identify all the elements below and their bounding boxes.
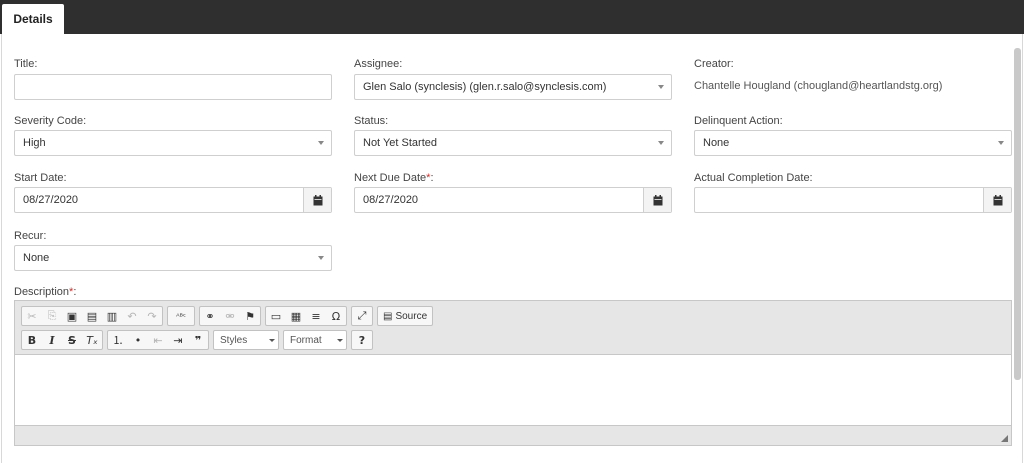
next-due-input[interactable]: 08/27/2020 <box>354 187 672 213</box>
numbered-list-icon[interactable]: ⒈ <box>108 331 128 349</box>
blockquote-icon[interactable]: ❞ <box>188 331 208 349</box>
start-date-input[interactable]: 08/27/2020 <box>14 187 332 213</box>
top-bar <box>0 0 1024 34</box>
chevron-down-icon <box>651 141 671 145</box>
insert-group: ▭ ▦ ≡ Ω <box>265 306 347 326</box>
description-label: Description*: <box>14 286 77 298</box>
resize-handle-icon[interactable] <box>1001 435 1008 442</box>
bold-button[interactable]: B <box>22 331 42 349</box>
styles-dropdown[interactable]: Styles <box>213 330 279 350</box>
editor-toolbar: ✂ ⎘ ▣ ▤ ▥ ↶ ↷ ᴬᴮᶜ ⚭ ⚮ ⚑ ▭ ▦ ≡ Ω ⤢ ▤ Sour… <box>15 301 1011 355</box>
creator-label: Creator: <box>694 58 734 70</box>
status-label: Status: <box>354 115 389 127</box>
actual-completion-label: Actual Completion Date: <box>694 172 813 184</box>
severity-select[interactable]: High <box>14 130 332 156</box>
recur-label: Recur: <box>14 230 47 242</box>
undo-icon[interactable]: ↶ <box>122 307 142 325</box>
calendar-icon[interactable] <box>303 188 331 212</box>
rich-text-editor: ✂ ⎘ ▣ ▤ ▥ ↶ ↷ ᴬᴮᶜ ⚭ ⚮ ⚑ ▭ ▦ ≡ Ω ⤢ ▤ Sour… <box>14 300 1012 446</box>
horizontal-line-icon[interactable]: ≡ <box>306 307 326 325</box>
assignee-select[interactable]: Glen Salo (synclesis) (glen.r.salo@syncl… <box>354 74 672 100</box>
basic-styles-group: B I S Tₓ <box>21 330 103 350</box>
chevron-down-icon <box>991 141 1011 145</box>
chevron-down-icon <box>266 338 278 342</box>
unlink-icon[interactable]: ⚮ <box>220 307 240 325</box>
next-due-label: Next Due Date*: <box>354 172 434 184</box>
toolbar-row-1: ✂ ⎘ ▣ ▤ ▥ ↶ ↷ ᴬᴮᶜ ⚭ ⚮ ⚑ ▭ ▦ ≡ Ω ⤢ ▤ Sour… <box>21 306 434 326</box>
image-icon[interactable]: ▭ <box>266 307 286 325</box>
help-button[interactable]: ? <box>352 331 372 349</box>
anchor-icon[interactable]: ⚑ <box>240 307 260 325</box>
table-icon[interactable]: ▦ <box>286 307 306 325</box>
tab-details[interactable]: Details <box>2 4 64 34</box>
indent-icon[interactable]: ⇥ <box>168 331 188 349</box>
description-editor-area[interactable] <box>15 356 1011 426</box>
source-button[interactable]: ▤ Source <box>378 307 432 325</box>
list-group: ⒈ • ⇤ ⇥ ❞ <box>107 330 209 350</box>
redo-icon[interactable]: ↷ <box>142 307 162 325</box>
chevron-down-icon <box>311 141 331 145</box>
title-label: Title: <box>14 58 38 70</box>
delinquent-label: Delinquent Action: <box>694 115 783 127</box>
calendar-icon[interactable] <box>643 188 671 212</box>
link-group: ⚭ ⚮ ⚑ <box>199 306 261 326</box>
chevron-down-icon <box>334 338 346 342</box>
editor-footer <box>15 425 1011 445</box>
cut-icon[interactable]: ✂ <box>22 307 42 325</box>
copy-icon[interactable]: ⎘ <box>42 307 62 325</box>
help-group: ? <box>351 330 373 350</box>
maximize-icon[interactable]: ⤢ <box>352 307 372 325</box>
chevron-down-icon <box>311 256 331 260</box>
toolbar-row-2: B I S Tₓ ⒈ • ⇤ ⇥ ❞ Styles Format ? <box>21 330 373 350</box>
start-date-label: Start Date: <box>14 172 67 184</box>
spellcheck-group: ᴬᴮᶜ <box>167 306 195 326</box>
source-group: ▤ Source <box>377 306 434 326</box>
clipboard-group: ✂ ⎘ ▣ ▤ ▥ ↶ ↷ <box>21 306 163 326</box>
actual-completion-input[interactable] <box>694 187 1012 213</box>
delinquent-select[interactable]: None <box>694 130 1012 156</box>
bulleted-list-icon[interactable]: • <box>128 331 148 349</box>
calendar-icon[interactable] <box>983 188 1011 212</box>
assignee-label: Assignee: <box>354 58 403 70</box>
strike-button[interactable]: S <box>62 331 82 349</box>
status-select[interactable]: Not Yet Started <box>354 130 672 156</box>
italic-button[interactable]: I <box>42 331 62 349</box>
link-icon[interactable]: ⚭ <box>200 307 220 325</box>
format-dropdown[interactable]: Format <box>283 330 347 350</box>
paste-word-icon[interactable]: ▥ <box>102 307 122 325</box>
source-icon: ▤ <box>383 310 393 322</box>
severity-label: Severity Code: <box>14 115 87 127</box>
remove-format-icon[interactable]: Tₓ <box>82 331 102 349</box>
paste-icon[interactable]: ▣ <box>62 307 82 325</box>
paste-text-icon[interactable]: ▤ <box>82 307 102 325</box>
special-char-icon[interactable]: Ω <box>326 307 346 325</box>
chevron-down-icon <box>651 85 671 89</box>
title-input[interactable] <box>14 74 332 100</box>
creator-value: Chantelle Hougland (chougland@heartlands… <box>694 80 943 92</box>
spellcheck-icon[interactable]: ᴬᴮᶜ <box>168 307 194 325</box>
outdent-icon[interactable]: ⇤ <box>148 331 168 349</box>
scrollbar[interactable] <box>1014 48 1021 380</box>
recur-select[interactable]: None <box>14 245 332 271</box>
maximize-group: ⤢ <box>351 306 373 326</box>
